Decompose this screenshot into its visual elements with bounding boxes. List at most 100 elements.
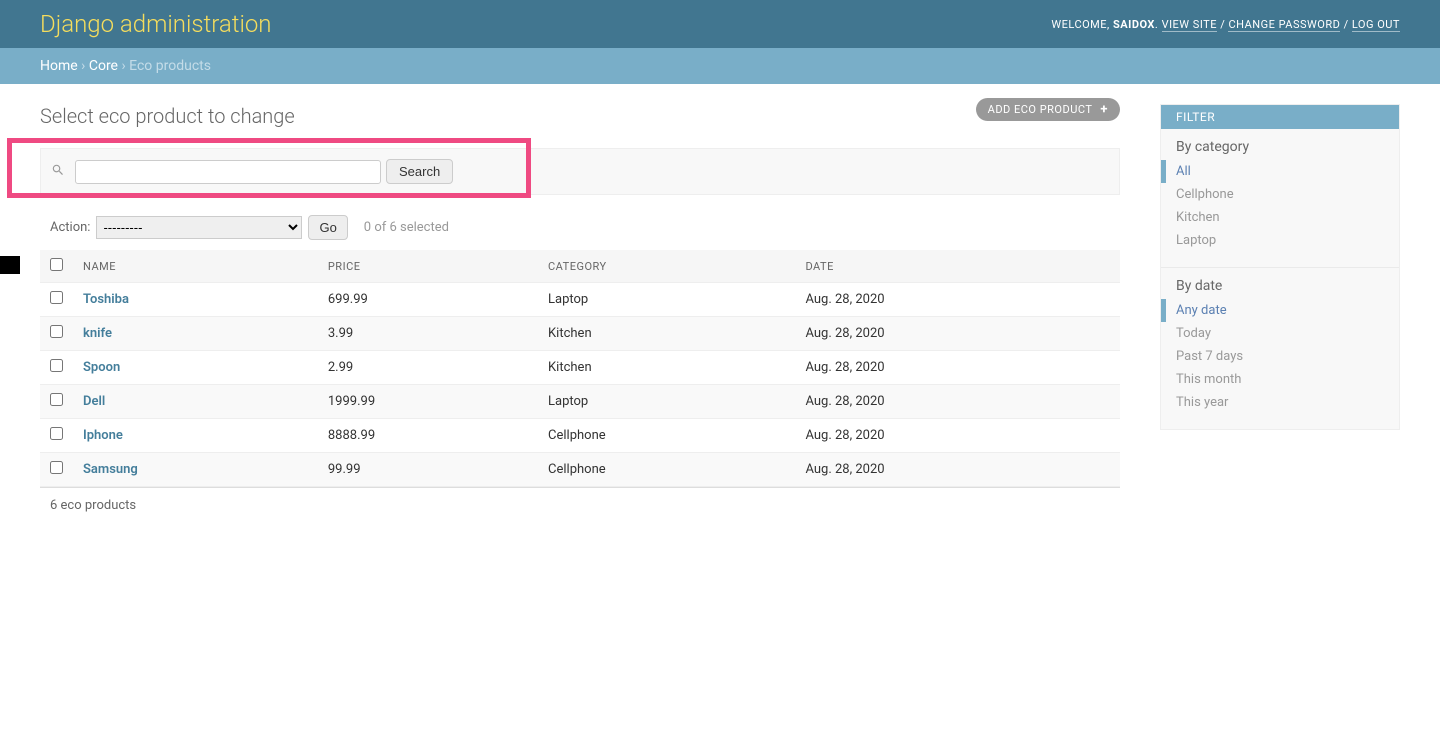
row-price: 1999.99 (318, 385, 538, 419)
filter-item: This year (1176, 391, 1384, 414)
branding: Django administration (40, 10, 272, 38)
row-category: Kitchen (538, 317, 795, 351)
row-checkbox[interactable] (50, 461, 63, 474)
filter-item: Past 7 days (1176, 345, 1384, 368)
header-checkbox-col (40, 250, 73, 283)
row-checkbox[interactable] (50, 325, 63, 338)
filter-link[interactable]: Past 7 days (1176, 349, 1243, 364)
row-category: Cellphone (538, 453, 795, 487)
plus-icon: + (1100, 102, 1108, 117)
filter-group: By date Any date Today Past 7 days This mont… (1161, 268, 1399, 429)
filter-link[interactable]: This year (1176, 395, 1228, 410)
row-checkbox[interactable] (50, 359, 63, 372)
filter-title: FILTER (1161, 105, 1399, 129)
table-row: Toshiba 699.99 Laptop Aug. 28, 2020 (40, 283, 1120, 317)
filter-link[interactable]: Today (1176, 326, 1211, 341)
results-table: NAME PRICE CATEGORY DATE Toshiba 699.99 … (40, 250, 1120, 487)
left-edge-marker (0, 256, 20, 274)
username: SAIDOX (1113, 18, 1155, 31)
table-row: Samsung 99.99 Cellphone Aug. 28, 2020 (40, 453, 1120, 487)
paginator: 6 eco products (40, 487, 1120, 523)
filter-link[interactable]: Laptop (1176, 233, 1216, 248)
filter-link[interactable]: Kitchen (1176, 210, 1220, 225)
filter-item: All (1161, 160, 1384, 183)
table-row: knife 3.99 Kitchen Aug. 28, 2020 (40, 317, 1120, 351)
row-name-link[interactable]: knife (83, 326, 112, 341)
page-title: Select eco product to change (40, 104, 1120, 128)
header: Django administration WELCOME, SAIDOX. V… (0, 0, 1440, 48)
breadcrumb-home[interactable]: Home (40, 58, 78, 74)
row-checkbox[interactable] (50, 427, 63, 440)
row-category: Laptop (538, 283, 795, 317)
filter-item: This month (1176, 368, 1384, 391)
row-category: Cellphone (538, 419, 795, 453)
row-price: 3.99 (318, 317, 538, 351)
row-date: Aug. 28, 2020 (795, 317, 1120, 351)
filter-item: Kitchen (1176, 206, 1384, 229)
table-row: Spoon 2.99 Kitchen Aug. 28, 2020 (40, 351, 1120, 385)
filter-link[interactable]: Any date (1176, 303, 1227, 318)
row-checkbox[interactable] (50, 291, 63, 304)
add-button-label: ADD ECO PRODUCT (988, 103, 1093, 116)
change-password-link[interactable]: CHANGE PASSWORD (1228, 18, 1340, 32)
action-select[interactable]: --------- (96, 216, 302, 239)
row-category: Laptop (538, 385, 795, 419)
logout-link[interactable]: LOG OUT (1352, 18, 1400, 32)
breadcrumb-app[interactable]: Core (89, 58, 118, 74)
row-checkbox[interactable] (50, 393, 63, 406)
filter-group-title: By category (1161, 129, 1399, 160)
table-row: Iphone 8888.99 Cellphone Aug. 28, 2020 (40, 419, 1120, 453)
user-tools: WELCOME, SAIDOX. VIEW SITE / CHANGE PASS… (1051, 18, 1400, 31)
filter-list: All Cellphone Kitchen Laptop (1161, 160, 1399, 267)
header-price[interactable]: PRICE (318, 250, 538, 283)
row-date: Aug. 28, 2020 (795, 453, 1120, 487)
search-toolbar: Search (40, 148, 1120, 195)
row-price: 99.99 (318, 453, 538, 487)
welcome-text: WELCOME, (1051, 18, 1109, 31)
filter-link[interactable]: All (1176, 164, 1191, 179)
search-input[interactable] (75, 160, 381, 184)
filter-link[interactable]: This month (1176, 372, 1241, 387)
row-name-link[interactable]: Iphone (83, 428, 123, 443)
filter-group-title: By date (1161, 268, 1399, 299)
row-name-link[interactable]: Spoon (83, 360, 120, 375)
filter-sidebar: FILTER By category All Cellphone Kitchen Lap… (1160, 104, 1400, 430)
go-button[interactable]: Go (308, 215, 347, 240)
filter-link[interactable]: Cellphone (1176, 187, 1234, 202)
site-title[interactable]: Django administration (40, 10, 272, 38)
content-related: FILTER By category All Cellphone Kitchen Lap… (1160, 104, 1400, 523)
content-main: ADD ECO PRODUCT + Select eco product to … (40, 104, 1120, 523)
select-all-checkbox[interactable] (50, 258, 63, 271)
filter-item: Cellphone (1176, 183, 1384, 206)
row-name-link[interactable]: Toshiba (83, 292, 129, 307)
search-button[interactable]: Search (386, 159, 453, 184)
row-date: Aug. 28, 2020 (795, 283, 1120, 317)
table-row: Dell 1999.99 Laptop Aug. 28, 2020 (40, 385, 1120, 419)
filter-group: By category All Cellphone Kitchen Laptop (1161, 129, 1399, 268)
action-label: Action: (50, 220, 90, 235)
filter-item: Laptop (1176, 229, 1384, 252)
row-name-link[interactable]: Dell (83, 394, 105, 409)
breadcrumb: Home › Core › Eco products (0, 48, 1440, 84)
filter-list: Any date Today Past 7 days This month This y… (1161, 299, 1399, 429)
header-category[interactable]: CATEGORY (538, 250, 795, 283)
search-icon (51, 163, 65, 181)
breadcrumb-current: Eco products (129, 58, 211, 74)
filter-item: Today (1176, 322, 1384, 345)
row-price: 8888.99 (318, 419, 538, 453)
header-name[interactable]: NAME (73, 250, 318, 283)
row-category: Kitchen (538, 351, 795, 385)
add-eco-product-button[interactable]: ADD ECO PRODUCT + (976, 98, 1120, 121)
row-date: Aug. 28, 2020 (795, 419, 1120, 453)
object-tools: ADD ECO PRODUCT + (976, 98, 1120, 121)
row-price: 2.99 (318, 351, 538, 385)
row-date: Aug. 28, 2020 (795, 385, 1120, 419)
actions-bar: Action: --------- Go 0 of 6 selected (40, 205, 1120, 250)
filter-item: Any date (1161, 299, 1384, 322)
header-date[interactable]: DATE (795, 250, 1120, 283)
row-date: Aug. 28, 2020 (795, 351, 1120, 385)
action-counter: 0 of 6 selected (364, 220, 449, 235)
row-name-link[interactable]: Samsung (83, 462, 138, 477)
view-site-link[interactable]: VIEW SITE (1162, 18, 1217, 32)
search-form: Search (51, 159, 1109, 184)
